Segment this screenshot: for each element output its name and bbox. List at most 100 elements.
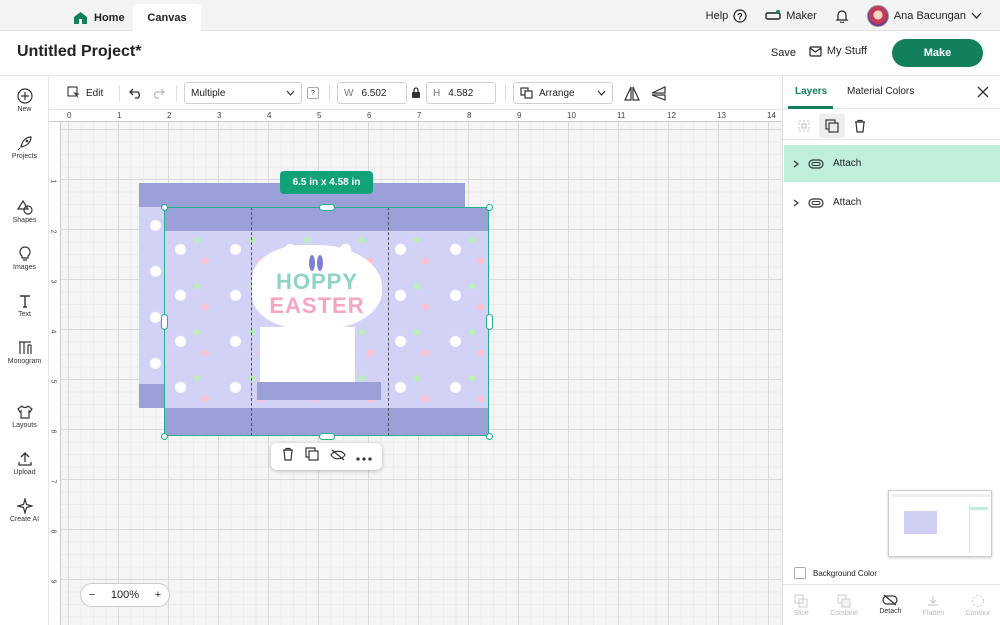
undo-button[interactable] — [129, 82, 143, 104]
arrange-select[interactable]: Arrange — [513, 82, 613, 104]
ruler-tick: 9 — [49, 579, 57, 584]
layer-row[interactable]: Attach — [784, 184, 1000, 221]
resize-handle-left[interactable] — [161, 314, 168, 330]
resize-handle-bottom-right[interactable] — [486, 433, 493, 440]
tab-material-colors[interactable]: Material Colors — [847, 86, 914, 97]
notifications-button[interactable] — [835, 9, 849, 23]
ruler-tick: 9 — [517, 111, 522, 120]
ruler-tick: 5 — [317, 111, 322, 120]
operation-help-badge[interactable]: ? — [307, 87, 319, 99]
sidebar-item-create-ai[interactable]: Create AI — [0, 498, 49, 523]
edit-button[interactable]: Edit — [67, 82, 103, 104]
chevron-right-icon — [793, 160, 799, 167]
save-button[interactable]: Save — [771, 47, 796, 59]
tab-home[interactable]: Home — [60, 4, 139, 31]
sidebar-item-shapes[interactable]: Shapes — [0, 199, 49, 224]
tab-home-label: Home — [94, 11, 125, 24]
user-menu[interactable]: Ana Bacungan — [866, 4, 982, 27]
zoom-in-button[interactable]: + — [155, 589, 161, 601]
plus-circle-icon — [16, 88, 33, 104]
tab-canvas[interactable]: Canvas — [133, 4, 201, 31]
group-button[interactable] — [797, 119, 811, 138]
arrange-label: Arrange — [539, 87, 575, 99]
zoom-out-button[interactable]: − — [89, 589, 95, 601]
height-field[interactable]: H 4.582 — [426, 82, 496, 104]
duplicate-button[interactable] — [305, 447, 319, 466]
redo-button[interactable] — [151, 82, 165, 104]
sidebar-item-label: Shapes — [12, 217, 37, 224]
slice-button[interactable]: Slice — [794, 594, 809, 617]
combine-button[interactable]: Combine — [830, 594, 858, 617]
tab-canvas-label: Canvas — [147, 11, 187, 24]
detach-icon — [882, 594, 899, 606]
flip-horizontal-button[interactable] — [624, 82, 640, 104]
lock-aspect-button[interactable] — [411, 82, 421, 104]
help-button[interactable]: Help ? — [705, 8, 748, 23]
slice-icon — [794, 594, 808, 608]
layer-delete-button[interactable] — [853, 119, 867, 138]
ruler-tick: 2 — [49, 229, 57, 234]
machine-button[interactable]: Maker — [765, 9, 817, 22]
make-button[interactable]: Make — [892, 39, 983, 67]
delete-button[interactable] — [281, 447, 295, 466]
sidebar-item-projects[interactable]: Projects — [0, 135, 49, 160]
zoom-control: − 100% + — [80, 583, 170, 607]
operation-select[interactable]: Multiple — [184, 82, 302, 104]
flip-horizontal-icon — [624, 86, 640, 101]
width-value: 6.502 — [361, 87, 387, 99]
duplicate-icon — [825, 119, 839, 133]
ruler-tick: 8 — [49, 529, 57, 534]
background-color-checkbox[interactable] — [794, 567, 806, 579]
contour-button[interactable]: Contour — [965, 594, 990, 617]
more-horizontal-icon — [356, 456, 372, 461]
close-panel-button[interactable] — [977, 86, 989, 101]
group-icon — [798, 120, 810, 132]
selection-box[interactable] — [164, 207, 489, 436]
layer-row[interactable]: Attach — [784, 145, 1000, 182]
height-value: 4.582 — [448, 87, 474, 99]
project-title[interactable]: Untitled Project* — [17, 43, 141, 61]
sidebar-item-layouts[interactable]: Layouts — [0, 404, 49, 429]
resize-handle-top-left[interactable] — [161, 204, 168, 211]
tshirt-icon — [16, 405, 33, 419]
my-stuff-button[interactable]: My Stuff — [809, 45, 867, 57]
lock-icon — [412, 87, 420, 98]
canvas-minimap[interactable] — [888, 490, 992, 557]
flip-vertical-button[interactable] — [651, 82, 667, 104]
ruler-tick: 1 — [117, 111, 122, 120]
resize-handle-bottom[interactable] — [319, 433, 335, 440]
background-color-label: Background Color — [813, 568, 878, 578]
flatten-label: Flatten — [922, 610, 945, 617]
help-label: Help — [705, 9, 729, 22]
my-stuff-label: My Stuff — [826, 45, 867, 57]
contour-label: Contour — [965, 610, 991, 617]
bell-icon — [835, 9, 849, 23]
sidebar-item-images[interactable]: Images — [0, 246, 49, 271]
layer-duplicate-button[interactable] — [819, 114, 845, 138]
width-field[interactable]: W 6.502 — [337, 82, 407, 104]
operation-value: Multiple — [191, 87, 226, 99]
sparkle-icon — [16, 498, 33, 514]
detach-button[interactable]: Detach — [879, 594, 902, 617]
ruler-tick: 2 — [167, 111, 172, 120]
sidebar-item-text[interactable]: Text — [0, 293, 49, 318]
sidebar-item-upload[interactable]: Upload — [0, 451, 49, 476]
tab-layers[interactable]: Layers — [795, 86, 827, 97]
resize-handle-bottom-left[interactable] — [161, 433, 168, 440]
resize-handle-right[interactable] — [486, 314, 493, 330]
redo-icon — [154, 88, 165, 99]
ruler-tick: 7 — [49, 479, 57, 484]
sidebar-item-new[interactable]: New — [0, 88, 49, 113]
attach-icon — [808, 158, 824, 169]
title-bar: Untitled Project* Save My Stuff Make — [0, 31, 1000, 76]
hide-button[interactable] — [329, 448, 346, 466]
sidebar-item-monogram[interactable]: Monogram — [0, 340, 49, 365]
background-color-toggle[interactable]: Background Color — [794, 567, 877, 579]
ruler-tick: 7 — [417, 111, 422, 120]
resize-handle-top-right[interactable] — [486, 204, 493, 211]
ruler-tick: 4 — [49, 329, 57, 334]
more-options-button[interactable] — [356, 448, 372, 466]
resize-handle-top[interactable] — [319, 204, 335, 211]
eye-slash-icon — [329, 449, 346, 460]
flatten-button[interactable]: Flatten — [923, 594, 944, 617]
